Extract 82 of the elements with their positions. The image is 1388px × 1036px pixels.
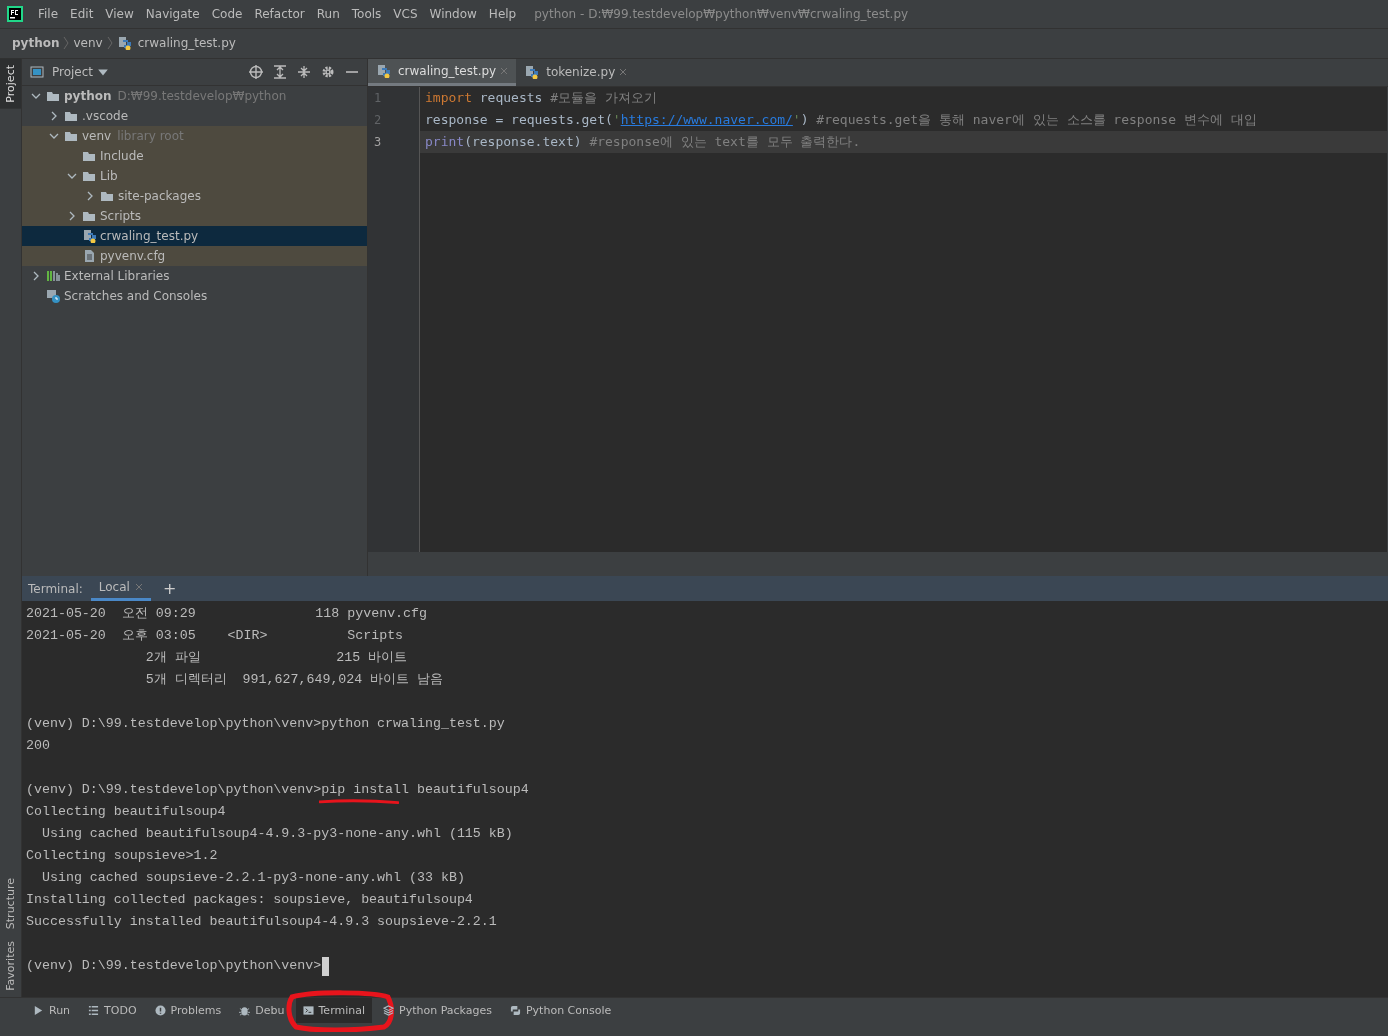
crosshair-icon[interactable] [249,64,263,79]
terminal-line: 2021-05-20 오전 09:29 118 pyvenv.cfg [26,605,428,624]
python-file-icon [524,65,539,80]
menu-item[interactable]: VCS [387,6,424,21]
new-tab-button[interactable]: + [158,579,181,599]
menu-item[interactable]: Code [205,6,249,21]
tool-window-button[interactable]: Problems [147,998,229,1024]
tool-window-button[interactable]: Python Packages [376,998,499,1024]
tool-window-tab[interactable]: Favorites [0,935,21,998]
tree-item[interactable]: External Libraries [22,265,367,286]
editor-tab[interactable]: crwaling_test.py [368,58,517,86]
code-line: response = requests.get('https://www.naver.com/') #requests.get을 통해 naver에 있는 소스를 response 변수에 대입 [424,110,1258,129]
terminal-line: Collecting beautifulsoup4 [26,803,226,822]
tree-item[interactable]: site-packages [22,185,367,206]
terminal-line: (venv) D:\99.testdevelop\python\venv> [26,781,322,800]
tree-item[interactable]: Include [22,145,367,166]
tree-item[interactable]: Scratches and Consoles [22,285,367,306]
run-icon [33,1005,44,1017]
terminal-command: pip install beautifulsoup4 [321,779,529,802]
tree-item[interactable]: .vscode [22,105,367,126]
tree-item[interactable]: Lib [22,165,367,186]
breadcrumb-separator-icon [63,36,70,51]
expand-all-icon[interactable] [273,64,287,79]
tool-window-button[interactable]: TODO [81,998,144,1024]
editor-tab[interactable]: tokenize.py [516,58,636,86]
exclamation-icon [154,1005,166,1017]
line-number: 3 [373,133,383,151]
breadcrumb-item[interactable]: crwaling_test.py [116,36,236,51]
terminal-line: 200 [26,737,50,756]
tool-window-tab[interactable]: Project [0,58,21,109]
layers-icon [383,1005,394,1017]
app-logo-icon [7,5,23,22]
collapse-all-icon[interactable] [297,64,311,79]
terminal-line: Using cached beautifulsoup4-4.9.3-py3-none-any.whl (115 kB) [40,825,513,844]
menu-item[interactable]: File [32,6,65,21]
code-line: import requests #모듈을 가져오기 [424,88,658,107]
text-file-icon [82,248,96,263]
panel-icon [30,64,44,79]
python-file-icon [116,36,131,51]
bug-icon [239,1005,251,1017]
tool-window-button[interactable]: Debu [232,998,292,1024]
menu-item[interactable]: Window [423,6,483,21]
breadcrumb-item[interactable]: venv [73,36,103,51]
terminal-line: Installing collected packages: soupsieve, beautifulsoup4 [26,891,473,910]
tree-item[interactable]: python D:₩99.testdevelop₩python [22,85,367,106]
tool-window-button[interactable]: Terminal [295,998,372,1024]
terminal-line: 2개 파일 215 바이트 [144,649,408,668]
menu-item[interactable]: Refactor [248,6,311,21]
code-link[interactable]: https://www.naver.com/ [620,111,793,127]
terminal-line: (venv) D:\99.testdevelop\python\venv>python crwaling_test.py [26,715,505,734]
terminal-line: Successfully installed beautifulsoup4-4.9.3 soupsieve-2.2.1 [26,913,497,932]
breadcrumb-separator-icon [106,36,113,51]
project-view-dropdown[interactable]: Project [30,64,114,79]
menu-item[interactable]: Run [310,6,346,21]
menu-item[interactable]: Navigate [139,6,206,21]
breadcrumb-item[interactable]: python [12,36,60,51]
terminal-line: Collecting soupsieve>1.2 [26,847,218,866]
tree-item[interactable]: pyvenv.cfg [22,245,367,266]
menu-item[interactable]: Edit [64,6,100,21]
terminal-tab[interactable]: Local [90,576,151,602]
tool-window-button[interactable]: Run [26,998,78,1024]
menu-item[interactable]: View [99,6,140,21]
menu-item[interactable]: Help [482,6,523,21]
tool-window-tab[interactable]: Structure [0,872,21,936]
terminal-label: Terminal: [28,581,83,596]
terminal-line: Using cached soupsieve-2.2.1-py3-none-any.whl (33 kB) [40,869,465,888]
python-file-icon [376,63,390,78]
settings-icon[interactable] [321,64,335,79]
libraries-icon [46,268,60,283]
list-icon [88,1005,100,1017]
tool-window-button[interactable]: Python Console [502,998,619,1024]
terminal-line: 2021-05-20 오후 03:05 <DIR> Scripts [26,627,404,646]
tree-item[interactable]: crwaling_test.py [22,225,367,246]
terminal-line: 5개 디렉터리 991,627,649,024 바이트 남음 [144,671,444,690]
tree-item[interactable]: Scripts [22,205,367,226]
scratches-icon [46,288,60,303]
window-title: python - D:₩99.testdevelop₩python₩venv₩crwaling_test.py [534,6,909,21]
python-file-icon [82,228,96,243]
terminal-icon [302,1005,314,1017]
menu-item[interactable]: Tools [345,6,388,21]
tree-item[interactable]: venv library root [22,125,367,146]
terminal-line: (venv) D:\99.testdevelop\python\venv> [26,957,322,976]
